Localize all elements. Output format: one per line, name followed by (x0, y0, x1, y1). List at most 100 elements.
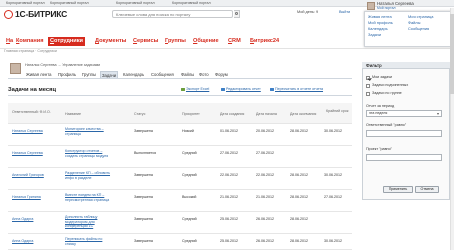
task-start: 27.06.2012 (256, 151, 274, 155)
column-header[interactable]: Крайний срок (326, 109, 350, 114)
task-link[interactable]: Вместе поедем на КП – пересмотренная стр… (65, 193, 113, 202)
filter-title: Фильтр (366, 63, 382, 68)
breadcrumb[interactable]: Главная страница · Сотрудники (4, 49, 57, 54)
top-link-portal[interactable]: Корпоративный портал (116, 0, 155, 6)
task-deadline: 30.06.2012 (324, 129, 342, 133)
edit-icon (221, 88, 225, 91)
task-end: 28.06.2012 (290, 173, 308, 177)
task-link[interactable]: Мониторинг качества – страницы (65, 127, 113, 136)
task-status: Завершена (134, 239, 153, 243)
menu-divider (0, 48, 454, 49)
subordinates-label: Задачи подчиненных (372, 83, 409, 87)
user-menu-item[interactable]: Моя страница (408, 14, 433, 20)
task-link[interactable]: Дополнить таблицу модератором для конфер… (65, 215, 113, 229)
column-header[interactable]: Название (65, 112, 105, 117)
logo-text[interactable]: 1С-БИТРИКС (15, 9, 67, 20)
excel-icon (181, 88, 185, 91)
menu-item-bitrix24[interactable]: Битрикс24 (248, 37, 281, 46)
task-priority: Низкий (182, 129, 194, 133)
my-tasks-label: Мои задачи (372, 75, 393, 79)
group-tasks-checkbox[interactable] (366, 92, 370, 96)
table-header-row: Ответственный: Ф.И.О. Название Статус Пр… (8, 103, 352, 124)
responsible-input[interactable] (366, 130, 442, 137)
responsible-link[interactable]: Анатолий Григоров (12, 173, 60, 178)
project-label: Проект "равно" (366, 147, 392, 151)
responsible-link[interactable]: Наталья Сергеева (12, 129, 60, 134)
menu-item-documents[interactable]: Документы (93, 37, 128, 46)
recalc-link[interactable]: Пересчитать в отчете отчета (275, 87, 323, 92)
table-row[interactable]: Наталья Сергеева Конструктор отчетов – с… (8, 146, 352, 168)
user-menu-item[interactable]: Сообщения (408, 26, 429, 32)
project-input[interactable] (366, 154, 442, 161)
menu-item-company[interactable]: Компания (14, 37, 45, 46)
responsible-link[interactable]: Наталья Гринина (12, 195, 60, 200)
menu-item-services[interactable]: Сервисы (131, 37, 160, 46)
period-select[interactable]: эта неделя (366, 110, 442, 117)
page: Корпоративный портал Корпоративный порта… (0, 0, 454, 250)
profile-avatar[interactable] (10, 63, 21, 74)
task-end: 28.06.2012 (290, 129, 308, 133)
task-status: Завершена (134, 173, 153, 177)
export-excel-link[interactable]: Экспорт Excel (186, 87, 209, 92)
my-tasks-checkbox[interactable] (366, 76, 370, 80)
task-created: 25.06.2012 (220, 217, 238, 221)
menu-item-groups[interactable]: Группы (163, 37, 188, 46)
top-link-portal[interactable]: Корпоративный портал (6, 0, 45, 6)
logout-link[interactable]: Выйти (339, 10, 350, 15)
column-header[interactable]: Ответственный: Ф.И.О. (12, 110, 56, 115)
table-row[interactable]: Наталья Гринина Вместе поедем на КП – пе… (8, 190, 352, 212)
responsible-link[interactable]: Анна Одарга (12, 217, 60, 222)
column-header[interactable]: Приоритет (182, 112, 212, 117)
column-header[interactable]: Дата окончания (290, 112, 322, 117)
apply-button[interactable]: Применить (383, 186, 413, 193)
user-my-portal-link[interactable]: Мой портал (377, 6, 396, 10)
user-menu-item[interactable]: Живая лента (368, 14, 392, 20)
user-menu-item[interactable]: Календарь (368, 26, 388, 32)
table-row[interactable]: Наталья Сергеева Мониторинг качества – с… (8, 124, 352, 146)
recalc-icon (270, 88, 274, 91)
table-row[interactable]: Анна Одарга Переписать файлы по списку З… (8, 234, 352, 250)
search-button[interactable] (234, 10, 240, 18)
top-link-portal[interactable]: Корпоративный портал (50, 0, 89, 6)
task-deadline: 27.06.2012 (324, 195, 342, 199)
table-row[interactable]: Анатолий Григоров Разделение КП – обнови… (8, 168, 352, 190)
period-label: Отчет за период (366, 104, 395, 108)
top-link-portal[interactable]: Корпоративный портал (172, 0, 211, 6)
table-row[interactable]: Анна Одарга Дополнить таблицу модераторо… (8, 212, 352, 234)
task-end: 28.06.2012 (290, 195, 308, 199)
responsible-link[interactable]: Наталья Сергеева (12, 151, 60, 156)
menu-item-crm[interactable]: CRM (226, 37, 243, 46)
search-input[interactable] (112, 10, 233, 18)
menu-item-employees[interactable]: Сотрудники (48, 37, 85, 46)
my-day-link[interactable]: Мой день: 9 (297, 10, 318, 15)
task-status: Завершена (134, 195, 153, 199)
column-header[interactable]: Статус (134, 112, 164, 117)
user-menu-item[interactable]: Задачи (368, 32, 381, 38)
task-created: 01.06.2012 (220, 129, 238, 133)
task-link[interactable]: Конструктор отчетов – создать страницы м… (65, 149, 113, 158)
responsible-label: Ответственный "равно" (366, 123, 407, 127)
subordinates-checkbox[interactable] (366, 84, 370, 88)
bitrix-logo-icon[interactable] (4, 10, 13, 19)
page-title: Задачи на месяц (8, 87, 57, 93)
task-link[interactable]: Разделение КП – обновить инфо в разделе (65, 171, 113, 180)
scrollbar-thumb[interactable] (450, 14, 454, 94)
task-status: Завершена (134, 129, 153, 133)
column-header[interactable]: Дата создания (220, 112, 250, 117)
edit-report-link[interactable]: Редактировать отчет (226, 87, 261, 92)
title-divider (8, 95, 352, 96)
user-menu-item[interactable]: Мой профиль (368, 20, 393, 26)
task-deadline: 30.06.2012 (324, 239, 342, 243)
task-status: Выполняется (134, 151, 157, 155)
menu-item-communication[interactable]: Общение (191, 37, 221, 46)
column-header[interactable]: Дата начала (256, 112, 286, 117)
responsible-link[interactable]: Анна Одарга (12, 239, 60, 244)
chevron-down-icon: ▾ (437, 111, 440, 116)
cancel-button[interactable]: Отмена (415, 186, 439, 193)
user-menu-item[interactable]: Файлы (408, 20, 420, 26)
user-avatar[interactable] (367, 2, 375, 10)
task-created: 22.06.2012 (220, 173, 238, 177)
task-start: 22.06.2012 (256, 173, 274, 177)
task-end: 28.06.2012 (290, 239, 308, 243)
task-link[interactable]: Переписать файлы по списку (65, 237, 113, 246)
